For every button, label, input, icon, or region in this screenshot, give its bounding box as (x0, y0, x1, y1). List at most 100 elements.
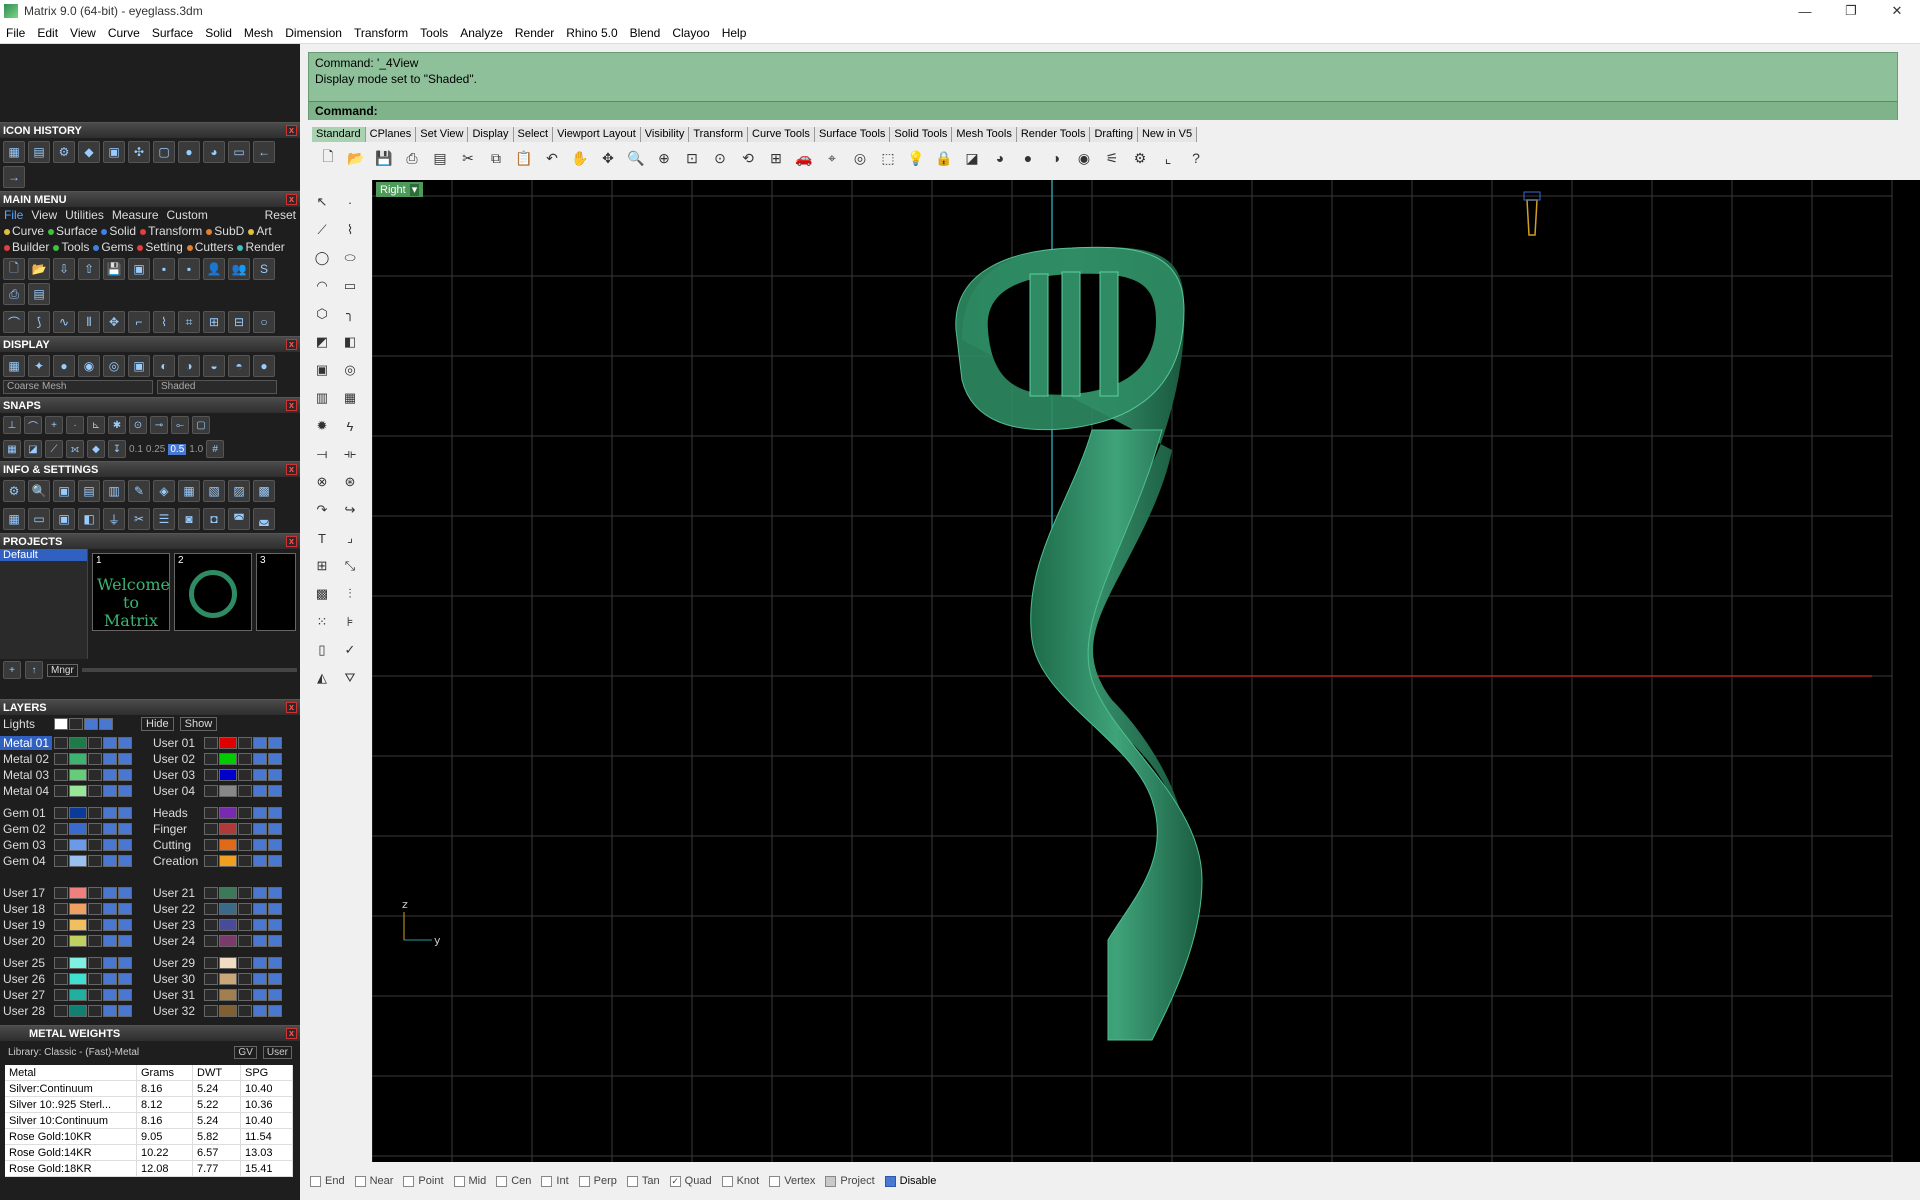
project-thumb[interactable]: 2 (174, 553, 252, 631)
layer-name[interactable]: User 03 (150, 768, 202, 782)
layer-lock-icon[interactable] (88, 839, 102, 851)
print-icon[interactable]: ⎙ (3, 283, 25, 305)
layer-lock-icon[interactable] (88, 973, 102, 985)
layer-lock-icon[interactable] (238, 855, 252, 867)
layer-row[interactable]: User 18 (0, 901, 150, 917)
layer-controls[interactable] (204, 753, 282, 765)
layer-lock-icon[interactable] (88, 957, 102, 969)
layer-expand-icon[interactable] (204, 855, 218, 867)
grid-icon[interactable]: # (206, 440, 225, 458)
layer-color-swatch[interactable] (219, 823, 237, 835)
shaded-sphere-icon[interactable]: ● (1016, 146, 1040, 170)
layer-visible-icon[interactable] (103, 807, 117, 819)
col-metal[interactable]: Metal (5, 1064, 137, 1081)
curve-tool-icon[interactable]: ⫴ (78, 311, 100, 333)
layer-lock-icon[interactable] (238, 769, 252, 781)
layer-name[interactable]: Metal 04 (0, 784, 52, 798)
layer-name[interactable]: Metal 02 (0, 752, 52, 766)
layer-name[interactable]: User 04 (150, 784, 202, 798)
menu-clayoo[interactable]: Clayoo (666, 26, 715, 40)
snap-value-10[interactable]: 1.0 (189, 444, 203, 455)
layer-select-icon[interactable] (268, 823, 282, 835)
layer-expand-icon[interactable] (204, 785, 218, 797)
layer-row[interactable]: User 29 (150, 955, 300, 971)
layer-name[interactable]: Gem 01 (0, 806, 52, 820)
forward-arrow-icon[interactable]: → (3, 166, 25, 188)
fillet-icon[interactable]: ╮ (338, 302, 362, 326)
layer-color-swatch[interactable] (219, 935, 237, 947)
menu-render[interactable]: Render (509, 26, 560, 40)
layer-lock-icon[interactable] (88, 935, 102, 947)
offset-icon[interactable]: ↷ (310, 498, 334, 522)
tab-render-tools[interactable]: Render Tools (1016, 127, 1091, 142)
snap-perp-icon[interactable]: ⊙ (129, 416, 147, 434)
layer-controls[interactable] (204, 785, 282, 797)
layer-controls[interactable] (204, 855, 282, 867)
layer-select-icon[interactable] (268, 957, 282, 969)
layer-icon[interactable]: ◪ (960, 146, 984, 170)
layer-row[interactable]: User 01 (150, 735, 300, 751)
layer-lock-icon[interactable] (88, 737, 102, 749)
layer-color-swatch[interactable] (219, 855, 237, 867)
tools-icon[interactable]: ✂ (128, 508, 150, 530)
print-setup-icon[interactable]: ▤ (28, 283, 50, 305)
layer-select-icon[interactable] (118, 989, 132, 1001)
layer-lock-icon[interactable] (238, 807, 252, 819)
viewport-label[interactable]: Right ▾ (376, 182, 424, 197)
layer-visible-icon[interactable] (103, 839, 117, 851)
ghosted-icon[interactable]: ✦ (28, 355, 50, 377)
layer-controls[interactable] (54, 903, 132, 915)
check-object-icon[interactable]: ▯ (310, 638, 334, 662)
box-icon[interactable]: ▣ (310, 358, 334, 382)
layer-color-swatch[interactable] (69, 737, 87, 749)
main-menu-render[interactable]: Render (237, 240, 285, 254)
history-tool-icon[interactable]: ⚙ (53, 141, 75, 163)
layer-visible-icon[interactable] (103, 769, 117, 781)
snap-cen-icon[interactable]: ⊾ (87, 416, 105, 434)
layer-row[interactable]: User 25 (0, 955, 150, 971)
close-icon[interactable]: x (286, 400, 297, 411)
osnap-project[interactable]: Project (825, 1175, 875, 1187)
layer-visible-icon[interactable] (253, 753, 267, 765)
layer-name[interactable]: User 30 (150, 972, 202, 986)
layer-name[interactable]: User 27 (0, 988, 52, 1002)
shaded-icon[interactable]: ● (53, 355, 75, 377)
layer-expand-icon[interactable] (204, 887, 218, 899)
layer-select-icon[interactable] (268, 903, 282, 915)
tab-drafting[interactable]: Drafting (1090, 127, 1138, 142)
layer-controls[interactable] (54, 989, 132, 1001)
checkbox[interactable] (541, 1175, 553, 1187)
layer-select-icon[interactable] (268, 935, 282, 947)
main-menu-surface[interactable]: Surface (48, 224, 97, 238)
layer-expand-icon[interactable] (204, 807, 218, 819)
layer-visible-icon[interactable] (253, 919, 267, 931)
history-tool-icon[interactable]: ● (178, 141, 200, 163)
curve-tool-icon[interactable]: ⌐ (128, 311, 150, 333)
hide-button[interactable]: Hide (141, 717, 174, 731)
col-spg[interactable]: SPG (241, 1064, 293, 1081)
layer-color-swatch[interactable] (219, 737, 237, 749)
menu-solid[interactable]: Solid (199, 26, 238, 40)
tab-set-view[interactable]: Set View (416, 127, 469, 142)
layer-controls[interactable] (204, 807, 282, 819)
layer-row[interactable]: User 22 (150, 901, 300, 917)
layer-lock-icon[interactable] (88, 785, 102, 797)
layer-lock-icon[interactable] (238, 887, 252, 899)
new-file-icon[interactable]: 🗋 (3, 258, 25, 280)
layer-row[interactable]: Metal 01 (0, 735, 150, 751)
layer-visible-icon[interactable] (103, 855, 117, 867)
open-file-icon[interactable]: 📂 (28, 258, 50, 280)
monitor-icon[interactable]: ▭ (28, 508, 50, 530)
tab-visibility[interactable]: Visibility (640, 127, 690, 142)
curve-tool-icon[interactable]: ⊞ (203, 311, 225, 333)
cylinder-icon[interactable]: ▥ (310, 386, 334, 410)
project-default[interactable]: Default (0, 549, 87, 561)
help-icon[interactable]: ? (1184, 146, 1208, 170)
group-icon[interactable]: ⊞ (310, 554, 334, 578)
layer-name[interactable]: User 21 (150, 886, 202, 900)
undo-icon[interactable]: ↶ (540, 146, 564, 170)
checkbox[interactable] (769, 1175, 781, 1187)
layer-controls[interactable] (204, 973, 282, 985)
layer-expand-icon[interactable] (204, 737, 218, 749)
layer-select-icon[interactable] (268, 1005, 282, 1017)
